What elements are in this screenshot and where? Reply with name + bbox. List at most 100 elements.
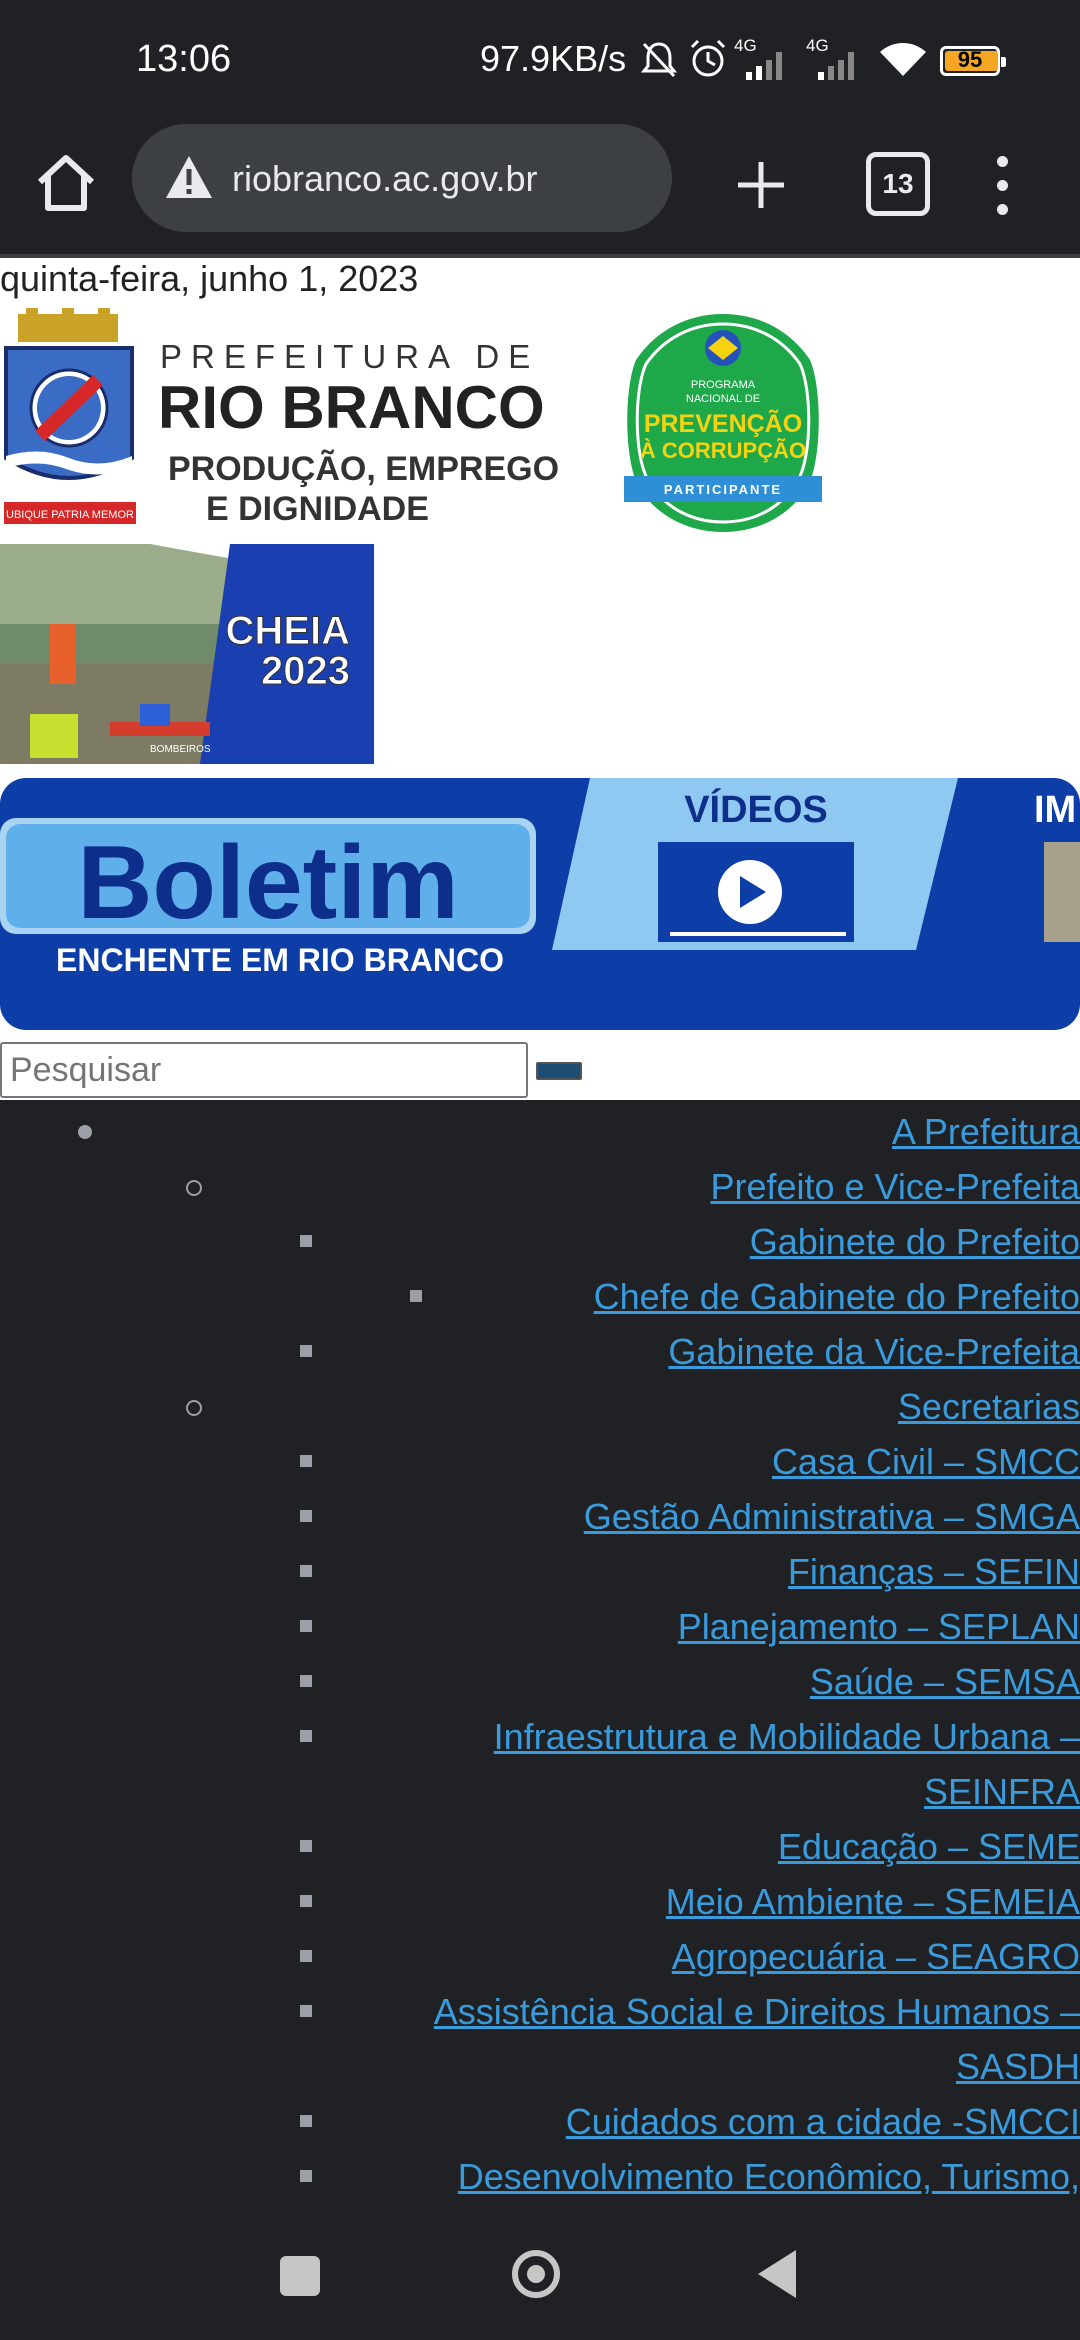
web-page: quinta-feira, junho 1, 2023 UBIQUE PATRI… xyxy=(0,258,1080,2210)
seal-line2: NACIONAL DE xyxy=(686,393,760,405)
search-button[interactable] xyxy=(536,1062,582,1080)
menu-bullet xyxy=(300,1565,312,1577)
menu-link[interactable]: Agropecuária – SEAGRO xyxy=(672,1936,1080,1977)
menu-item[interactable]: Assistência Social e Direitos Humanos – xyxy=(434,1984,1080,2039)
menu-link[interactable]: Educação – SEME xyxy=(778,1826,1080,1867)
menu-item[interactable]: Gabinete da Vice-Prefeita xyxy=(668,1324,1080,1379)
menu-item[interactable]: SEINFRA xyxy=(924,1764,1080,1819)
menu-item[interactable]: Meio Ambiente – SEMEIA xyxy=(666,1874,1080,1929)
menu-link[interactable]: Desenvolvimento Econômico, Turismo, xyxy=(458,2156,1080,2197)
menu-item[interactable]: A Prefeitura xyxy=(892,1104,1080,1159)
logo-line3: PRODUÇÃO, EMPREGO xyxy=(168,450,559,488)
menu-link[interactable]: Infraestrutura e Mobilidade Urbana – xyxy=(494,1716,1080,1757)
menu-link[interactable]: Chefe de Gabinete do Prefeito xyxy=(594,1276,1080,1317)
browser-toolbar: riobranco.ac.gov.br 13 xyxy=(0,124,1080,258)
menu-bullet xyxy=(186,1180,202,1196)
menu-link[interactable]: Gestão Administrativa – SMGA xyxy=(584,1496,1080,1537)
wifi-icon xyxy=(880,43,926,76)
status-bar: 13:06 97.9KB/s 4G 4G 95 xyxy=(0,0,1080,124)
cheia-title: CHEIA xyxy=(226,609,350,653)
logo-line2: RIO BRANCO xyxy=(158,374,545,441)
menu-item[interactable]: Infraestrutura e Mobilidade Urbana – xyxy=(494,1709,1080,1764)
network-speed: 97.9KB/s xyxy=(480,38,627,79)
menu-item[interactable]: Finanças – SEFIN xyxy=(788,1544,1080,1599)
logo-motto: UBIQUE PATRIA MEMOR xyxy=(6,509,134,521)
menu-item[interactable]: Agropecuária – SEAGRO xyxy=(672,1929,1080,1984)
boletim-banner[interactable]: Boletim ENCHENTE EM RIO BRANCO VÍDEOS IM xyxy=(0,778,1080,1030)
battery-level: 95 xyxy=(957,47,983,72)
menu-link[interactable]: Assistência Social e Direitos Humanos – xyxy=(434,1991,1080,2032)
menu-link[interactable]: Prefeito e Vice-Prefeita xyxy=(710,1166,1080,1207)
cheia-2023-banner[interactable]: BOMBEIROS CHEIA 2023 xyxy=(0,544,374,764)
menu-item[interactable]: Educação – SEME xyxy=(778,1819,1080,1874)
menu-item[interactable]: Gestão Administrativa – SMGA xyxy=(584,1489,1080,1544)
menu-bullet xyxy=(300,2005,312,2017)
home-icon[interactable] xyxy=(32,150,100,218)
menu-item[interactable]: Chefe de Gabinete do Prefeito xyxy=(594,1269,1080,1324)
menu-item[interactable]: Prefeito e Vice-Prefeita xyxy=(710,1159,1080,1214)
menu-item[interactable]: Secretarias xyxy=(898,1379,1080,1434)
seal-line1: PROGRAMA xyxy=(691,379,756,391)
menu-item[interactable]: Gabinete do Prefeito xyxy=(750,1214,1080,1269)
menu-bullet xyxy=(300,1840,312,1852)
tab-count: 13 xyxy=(882,168,914,199)
menu-link[interactable]: Saúde – SEMSA xyxy=(810,1661,1080,1702)
menu-item[interactable]: Cuidados com a cidade -SMCCI xyxy=(566,2094,1080,2149)
menu-bullet xyxy=(300,1895,312,1907)
menu-link[interactable]: Gabinete da Vice-Prefeita xyxy=(668,1331,1080,1372)
menu-item[interactable]: Planejamento – SEPLAN xyxy=(678,1599,1080,1654)
boat-text: BOMBEIROS xyxy=(150,744,211,755)
menu-link[interactable]: Finanças – SEFIN xyxy=(788,1551,1080,1592)
menu-link[interactable]: Casa Civil – SMCC xyxy=(772,1441,1080,1482)
search-form xyxy=(0,1042,1080,1102)
menu-bullet xyxy=(300,1455,312,1467)
signal-icon xyxy=(818,52,854,80)
menu-bullet xyxy=(300,1675,312,1687)
menu-link[interactable]: Secretarias xyxy=(898,1386,1080,1427)
logo-line4: E DIGNIDADE xyxy=(206,490,429,528)
menu-link[interactable]: Cuidados com a cidade -SMCCI xyxy=(566,2101,1080,2142)
boletim-subtitle: ENCHENTE EM RIO BRANCO xyxy=(56,942,504,978)
mute-bell-icon xyxy=(640,42,678,78)
plus-icon[interactable] xyxy=(730,154,792,216)
logo-line1: PREFEITURA DE xyxy=(160,338,539,375)
boletim-title: Boletim xyxy=(77,825,458,941)
menu-link[interactable]: Planejamento – SEPLAN xyxy=(678,1606,1080,1647)
search-input[interactable] xyxy=(0,1042,528,1098)
anticorruption-seal[interactable]: PROGRAMA NACIONAL DE PREVENÇÃO À CORRUPÇ… xyxy=(618,308,828,540)
site-menu: A Prefeitura Prefeito e Vice-Prefeita Gabi… xyxy=(0,1100,1080,2210)
menu-link[interactable]: A Prefeitura xyxy=(892,1111,1080,1152)
more-vert-icon[interactable] xyxy=(990,150,1014,220)
seal-ribbon: PARTICIPANTE xyxy=(664,482,782,497)
prefeitura-logo[interactable]: UBIQUE PATRIA MEMOR PREFEITURA DE RIO BR… xyxy=(0,308,580,538)
seal-line3: PREVENÇÃO xyxy=(644,408,802,438)
menu-bullet xyxy=(300,1510,312,1522)
menu-bullet xyxy=(300,2115,312,2127)
tabs-icon[interactable]: 13 xyxy=(866,152,930,216)
url-text[interactable]: riobranco.ac.gov.br xyxy=(232,158,538,200)
menu-bullet xyxy=(300,1730,312,1742)
system-nav-bar xyxy=(0,2210,1080,2340)
menu-link[interactable]: SASDH xyxy=(956,2046,1080,2087)
videos-label: VÍDEOS xyxy=(684,787,828,831)
recents-button[interactable] xyxy=(280,2256,320,2296)
warning-icon[interactable] xyxy=(164,154,214,200)
menu-bullet xyxy=(410,1290,422,1302)
address-bar[interactable]: riobranco.ac.gov.br xyxy=(132,124,672,232)
alarm-icon xyxy=(690,39,726,77)
menu-link[interactable]: SEINFRA xyxy=(924,1771,1080,1812)
boletim-next-label: IM xyxy=(1034,789,1076,831)
menu-item[interactable]: SASDH xyxy=(956,2039,1080,2094)
cheia-year: 2023 xyxy=(261,649,350,693)
menu-item[interactable]: Saúde – SEMSA xyxy=(810,1654,1080,1709)
page-date: quinta-feira, junho 1, 2023 xyxy=(0,258,419,299)
menu-item[interactable]: Casa Civil – SMCC xyxy=(772,1434,1080,1489)
menu-link[interactable]: Meio Ambiente – SEMEIA xyxy=(666,1881,1080,1922)
menu-link[interactable]: Gabinete do Prefeito xyxy=(750,1221,1080,1262)
battery-icon: 95 xyxy=(940,46,1006,76)
home-button[interactable] xyxy=(512,2250,560,2298)
back-button[interactable] xyxy=(758,2250,796,2298)
menu-bullet xyxy=(300,1235,312,1247)
signal-icon xyxy=(746,52,782,80)
menu-item[interactable]: Desenvolvimento Econômico, Turismo, xyxy=(458,2149,1080,2204)
